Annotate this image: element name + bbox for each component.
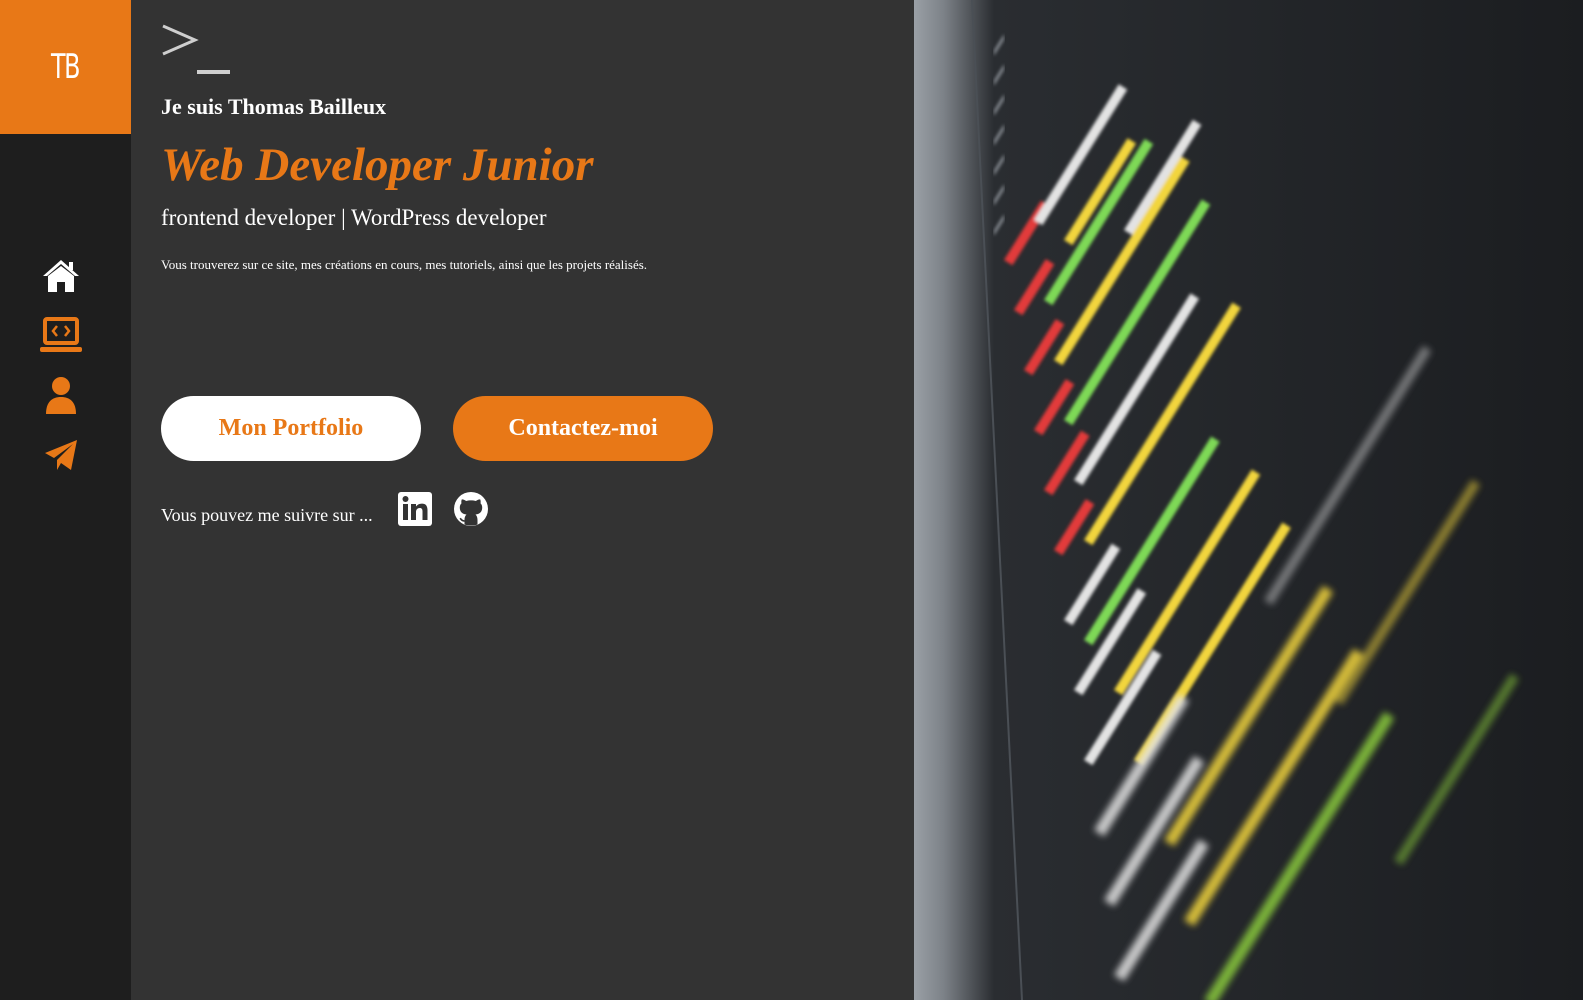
nav-portfolio[interactable]	[36, 313, 86, 357]
code-editor-photo	[971, 0, 1520, 1000]
portfolio-button[interactable]: Mon Portfolio	[161, 396, 421, 461]
job-title: Web Developer Junior	[161, 139, 594, 191]
user-icon	[46, 377, 76, 414]
nav-contact[interactable]	[36, 433, 86, 477]
sidebar: TB	[0, 0, 131, 1000]
subtitle: frontend developer | WordPress developer	[161, 205, 547, 230]
nav-home[interactable]	[36, 254, 86, 298]
home-icon	[43, 260, 79, 292]
github-icon[interactable]	[453, 491, 489, 527]
linkedin-icon[interactable]	[397, 491, 433, 527]
contact-button[interactable]: Contactez-moi	[453, 396, 713, 461]
paper-plane-icon	[45, 440, 77, 470]
terminal-prompt-icon	[162, 24, 230, 74]
description: Vous trouverez sur ce site, mes création…	[161, 257, 648, 272]
laptop-code-icon	[40, 317, 82, 352]
logo-text: TB	[51, 47, 80, 87]
greeting: Je suis Thomas Bailleux	[161, 94, 387, 119]
hero-section: Je suis Thomas Bailleux Web Developer Ju…	[131, 0, 914, 1000]
nav-about[interactable]	[36, 373, 86, 417]
code-background-image	[914, 0, 1583, 1000]
site-logo[interactable]: TB	[0, 0, 131, 134]
follow-text: Vous pouvez me suivre sur ...	[161, 505, 373, 525]
